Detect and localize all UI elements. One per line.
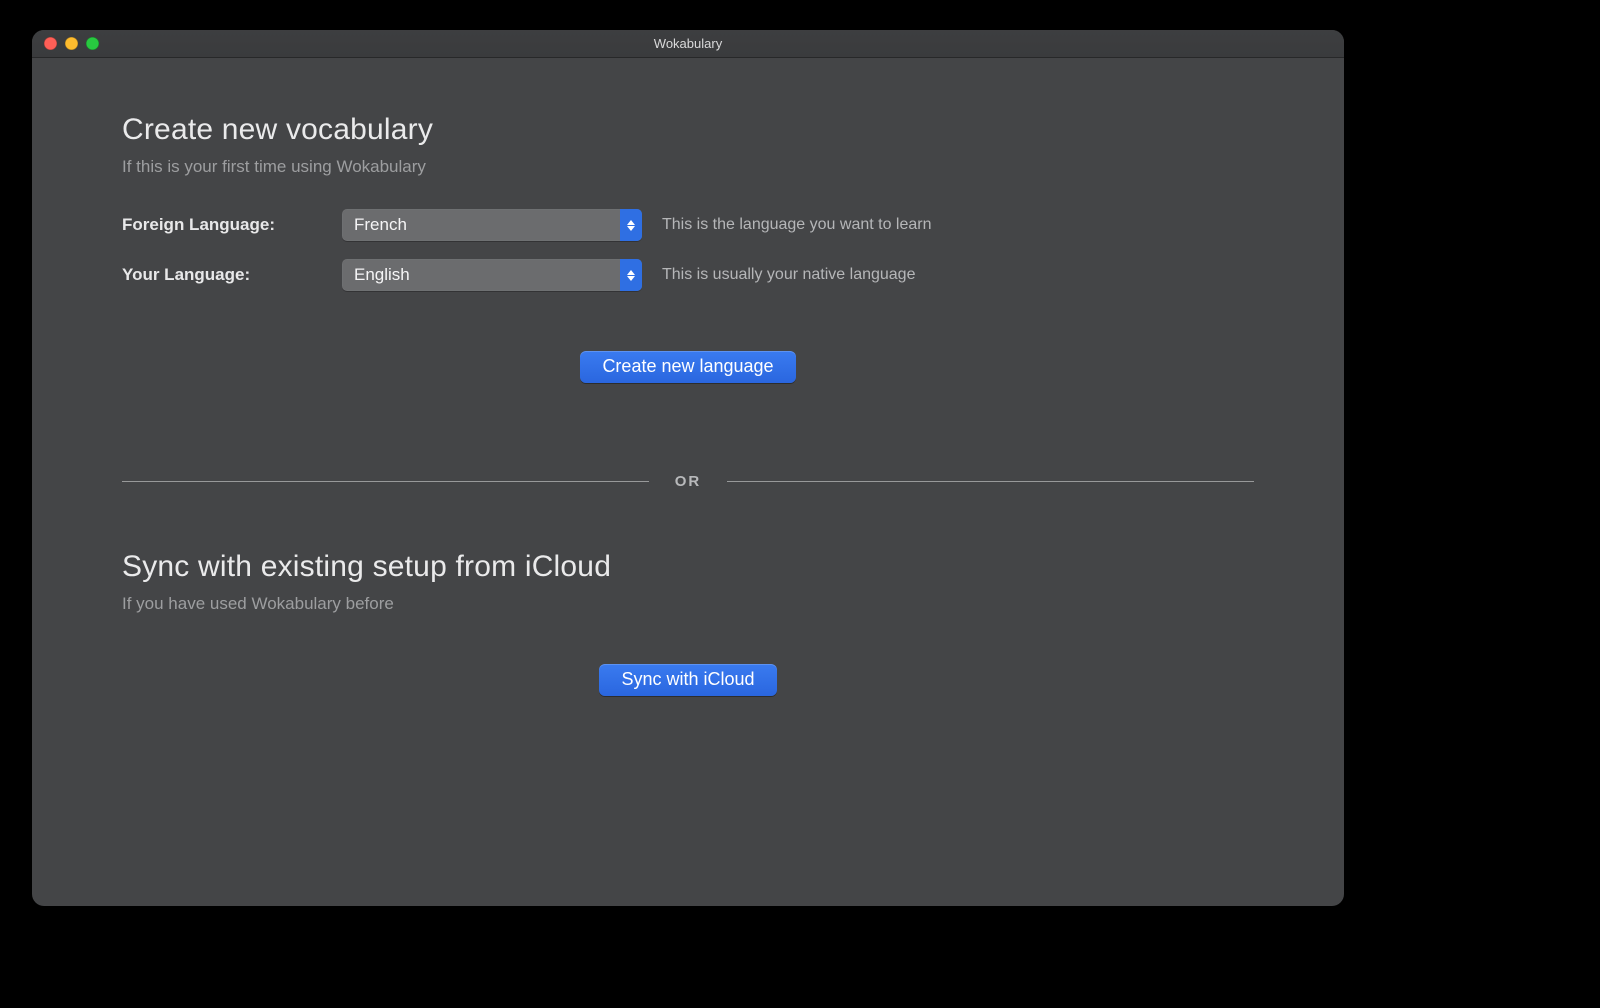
window-minimize-button[interactable]	[65, 37, 78, 50]
sync-heading: Sync with existing setup from iCloud	[122, 550, 1254, 584]
content: Create new vocabulary If this is your fi…	[32, 58, 1344, 736]
sync-subheading: If you have used Wokabulary before	[122, 594, 1254, 614]
window-zoom-button[interactable]	[86, 37, 99, 50]
create-heading: Create new vocabulary	[122, 113, 1254, 147]
divider-line	[727, 481, 1254, 482]
your-language-select[interactable]: English	[342, 259, 642, 291]
app-window: Wokabulary Create new vocabulary If this…	[32, 30, 1344, 906]
your-language-label: Your Language:	[122, 265, 322, 285]
traffic-lights	[44, 37, 99, 50]
select-stepper-icon	[620, 259, 642, 291]
window-title: Wokabulary	[654, 36, 722, 51]
your-language-value: English	[354, 265, 410, 285]
window-close-button[interactable]	[44, 37, 57, 50]
divider-label: OR	[675, 473, 702, 490]
language-form: Foreign Language: French This is the lan…	[122, 209, 1254, 291]
foreign-language-label: Foreign Language:	[122, 215, 322, 235]
sync-icloud-button[interactable]: Sync with iCloud	[599, 664, 776, 696]
create-language-button[interactable]: Create new language	[580, 351, 795, 383]
divider: OR	[122, 473, 1254, 490]
your-language-hint: This is usually your native language	[662, 266, 1254, 284]
foreign-language-select[interactable]: French	[342, 209, 642, 241]
divider-line	[122, 481, 649, 482]
create-subheading: If this is your first time using Wokabul…	[122, 157, 1254, 177]
titlebar: Wokabulary	[32, 30, 1344, 58]
select-stepper-icon	[620, 209, 642, 241]
foreign-language-value: French	[354, 215, 407, 235]
foreign-language-hint: This is the language you want to learn	[662, 216, 1254, 234]
